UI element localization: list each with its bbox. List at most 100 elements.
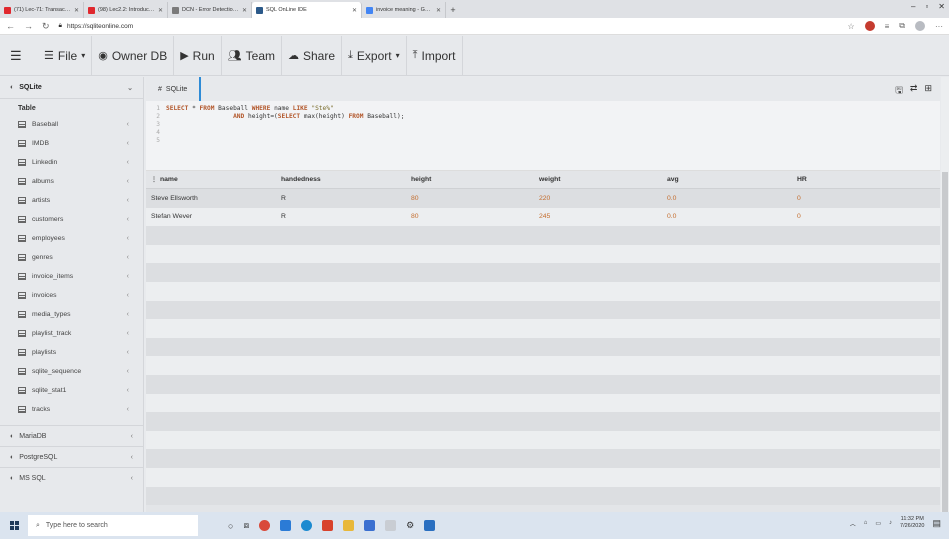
- browser-tab[interactable]: SQL OnLine IDE ✕: [252, 2, 362, 18]
- run-button[interactable]: ▶ Run: [174, 35, 222, 76]
- sidebar-table-item[interactable]: employees ‹: [0, 229, 143, 248]
- close-tab-icon[interactable]: ✕: [352, 7, 357, 14]
- collections-icon[interactable]: ⧉: [899, 21, 905, 31]
- share-button[interactable]: ☁ Share: [282, 35, 343, 76]
- table-row[interactable]: [146, 319, 940, 338]
- browser-tab[interactable]: DCN - Error Detection & Correct✕: [168, 2, 252, 18]
- table-row[interactable]: [146, 300, 940, 320]
- sidebar-db-sqlite[interactable]: ◐ SQLite ⌄: [0, 77, 143, 99]
- close-tab-icon[interactable]: ✕: [242, 7, 247, 14]
- table-row[interactable]: [146, 226, 940, 245]
- sidebar-db-item[interactable]: ◐ MS SQL ‹: [0, 467, 143, 488]
- clock[interactable]: 11:32 PM 7/26/2020: [900, 516, 924, 530]
- column-header[interactable]: ⋮ name: [146, 176, 276, 183]
- sidebar-table-item[interactable]: media_types ‹: [0, 305, 143, 324]
- table-row[interactable]: [146, 356, 940, 375]
- tab-sqlite[interactable]: # SQLite: [146, 77, 202, 101]
- table-cell[interactable]: Steve Ellsworth: [146, 195, 276, 202]
- scrollbar-thumb[interactable]: [942, 172, 948, 512]
- battery-icon[interactable]: ▭: [875, 520, 881, 527]
- url-field[interactable]: 🔒︎ https://sqliteonline.com: [59, 22, 134, 30]
- app-icon[interactable]: [385, 520, 397, 531]
- table-row[interactable]: [146, 374, 940, 394]
- profile-avatar[interactable]: [915, 21, 925, 31]
- close-tab-icon[interactable]: ✕: [74, 7, 79, 14]
- sidebar-db-item[interactable]: ◐ PostgreSQL ‹: [0, 446, 143, 467]
- table-row[interactable]: [146, 337, 940, 357]
- edge-icon[interactable]: [301, 520, 313, 531]
- sidebar-table-item[interactable]: artists ‹: [0, 191, 143, 210]
- table-cell[interactable]: R: [276, 213, 406, 220]
- hamburger-menu-icon[interactable]: ☰: [10, 48, 38, 64]
- table-cell[interactable]: 245: [534, 213, 662, 220]
- mail-icon[interactable]: [424, 520, 436, 531]
- sidebar-table-item[interactable]: Linkedin ‹: [0, 153, 143, 172]
- column-header[interactable]: height: [406, 176, 534, 183]
- table-row[interactable]: [146, 393, 940, 413]
- task-view-icon[interactable]: ⧈: [243, 520, 249, 531]
- cortana-icon[interactable]: ○: [228, 521, 233, 531]
- close-tab-icon[interactable]: ✕: [158, 7, 163, 14]
- sidebar-table-item[interactable]: IMDB ‹: [0, 134, 143, 153]
- settings-gear-icon[interactable]: ⚙: [406, 520, 414, 531]
- extension-icon[interactable]: [864, 21, 875, 31]
- swap-icon[interactable]: ⇄: [910, 83, 918, 99]
- sidebar-db-item[interactable]: ◐ MariaDB ‹: [0, 425, 143, 446]
- save-icon[interactable]: 🖫︎: [895, 83, 903, 99]
- sql-editor[interactable]: 1 SELECT * FROM Baseball WHERE name LIKE …: [146, 101, 940, 171]
- add-tab-icon[interactable]: ⊞: [924, 83, 932, 99]
- team-button[interactable]: 👥︎ Team: [222, 35, 282, 76]
- column-header[interactable]: avg: [662, 176, 792, 183]
- sidebar-table-item[interactable]: Baseball ‹: [0, 115, 143, 134]
- browser-tab[interactable]: (98) Lec2.2: Introduction to Erro✕: [84, 2, 168, 18]
- sidebar-table-item[interactable]: customers ‹: [0, 210, 143, 229]
- table-cell[interactable]: 0.0: [662, 213, 792, 220]
- table-row[interactable]: [146, 263, 940, 282]
- volume-icon[interactable]: ♪: [889, 520, 892, 526]
- file-explorer-icon[interactable]: [343, 520, 355, 531]
- browser-tab[interactable]: invoice meaning - Google Searc✕: [362, 2, 446, 18]
- restore-icon[interactable]: ▫: [925, 2, 928, 11]
- close-tab-icon[interactable]: ✕: [436, 7, 441, 14]
- table-cell[interactable]: R: [276, 195, 406, 202]
- table-cell[interactable]: 0.0: [662, 195, 792, 202]
- column-menu-icon[interactable]: ⋮: [151, 177, 157, 183]
- refresh-icon[interactable]: ↻: [42, 21, 50, 32]
- forward-icon[interactable]: →: [24, 21, 33, 31]
- sidebar-table-item[interactable]: playlists ‹: [0, 343, 143, 362]
- table-row[interactable]: [146, 244, 940, 264]
- more-icon[interactable]: ···: [935, 22, 943, 31]
- sidebar-table-item[interactable]: genres ‹: [0, 248, 143, 267]
- taskbar-search[interactable]: ⌕ Type here to search: [28, 515, 198, 536]
- table-row[interactable]: [146, 449, 940, 468]
- table-cell[interactable]: 80: [406, 213, 534, 220]
- sidebar-table-item[interactable]: albums ‹: [0, 172, 143, 191]
- table-cell[interactable]: Stefan Wever: [146, 213, 276, 220]
- table-row[interactable]: Stefan Wever R 80 245 0.0 0: [146, 207, 940, 227]
- table-cell[interactable]: 220: [534, 195, 662, 202]
- new-tab-button[interactable]: +: [446, 2, 460, 18]
- start-button[interactable]: [0, 512, 28, 539]
- export-menu-button[interactable]: ⤓ Export ▾: [342, 35, 407, 76]
- table-row[interactable]: [146, 467, 940, 487]
- sidebar-table-item[interactable]: playlist_track ‹: [0, 324, 143, 343]
- sidebar-table-item[interactable]: invoice_items ‹: [0, 267, 143, 286]
- network-icon[interactable]: ⌂: [864, 520, 868, 526]
- table-row[interactable]: [146, 412, 940, 431]
- browser-tab[interactable]: (71) Lec-71: Transaction States |✕: [0, 2, 84, 18]
- favorites-icon[interactable]: ≡: [885, 22, 890, 31]
- table-cell[interactable]: 0: [792, 213, 920, 220]
- table-row[interactable]: [146, 430, 940, 450]
- sidebar-table-item[interactable]: tracks ‹: [0, 400, 143, 419]
- owner-db-button[interactable]: ◉ Owner DB: [92, 35, 175, 76]
- close-icon[interactable]: ✕: [938, 2, 945, 11]
- column-header[interactable]: handedness: [276, 176, 406, 183]
- column-header[interactable]: HR: [792, 176, 920, 183]
- notifications-icon[interactable]: ▤: [932, 518, 941, 529]
- file-menu-button[interactable]: ☰ File ▾: [38, 35, 93, 76]
- import-button[interactable]: ⤒ Import: [407, 35, 463, 76]
- vscode-icon[interactable]: [280, 520, 292, 531]
- sidebar-table-item[interactable]: sqlite_stat1 ‹: [0, 381, 143, 400]
- table-row[interactable]: [146, 486, 940, 506]
- vertical-scrollbar[interactable]: [941, 77, 949, 512]
